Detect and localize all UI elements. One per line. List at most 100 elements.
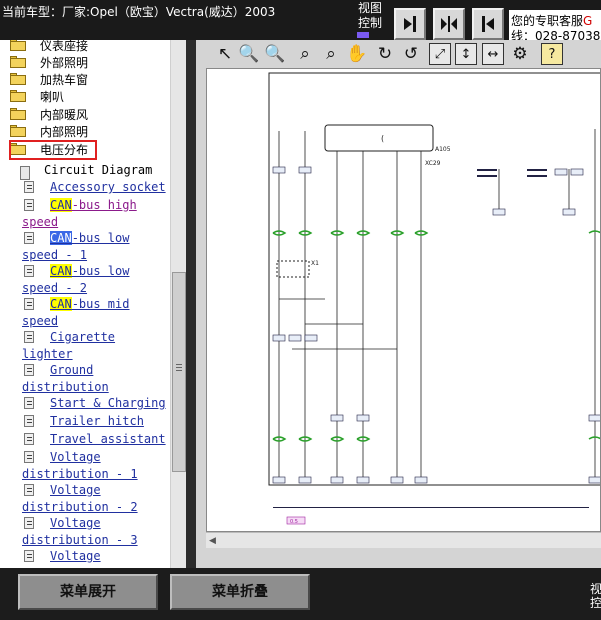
selection-highlight	[9, 140, 97, 160]
document-icon	[24, 433, 34, 445]
view-control-text: 视图控制	[357, 1, 382, 30]
service-link[interactable]: G	[583, 14, 592, 28]
item-label: Voltage distribution - 3	[22, 516, 138, 547]
tree-item[interactable]: Cigarette lighter	[22, 329, 167, 362]
tree-item[interactable]: Start & Charging	[22, 395, 167, 412]
scroll-left-icon[interactable]: ◀	[209, 536, 216, 546]
magnifier-icon[interactable]: ⌕	[294, 43, 316, 65]
tree-item[interactable]: CAN-bus low speed - 1	[22, 230, 167, 263]
settings-icon[interactable]: ⚙	[509, 43, 531, 65]
document-icon	[24, 331, 34, 343]
zoom-out-icon[interactable]: 🔍	[264, 43, 286, 65]
wiring-diagram: ( A105 XC29 X1 0.5	[268, 72, 600, 525]
folder-label: 内部暖风	[40, 108, 89, 122]
folder-label: 喇叭	[40, 90, 65, 104]
circuit-diagram-label[interactable]: Circuit Diagram	[44, 163, 152, 177]
service-text: 您的专职客服	[511, 14, 584, 28]
item-label: -bus high speed	[22, 198, 137, 229]
item-label: Ground distribution	[22, 363, 109, 394]
tree-item[interactable]: Trailer hitch	[22, 413, 167, 430]
diagram-canvas[interactable]: ( A105 XC29 X1 0.5	[206, 68, 601, 532]
document-icon	[24, 451, 34, 463]
arrow-left-icon	[482, 16, 494, 32]
sidebar-scrollbar[interactable]	[170, 40, 186, 568]
pointer-icon[interactable]: ↖	[214, 43, 236, 65]
folder-label: 内部照明	[40, 125, 89, 139]
document-icon	[24, 484, 34, 496]
split-arrows-icon	[441, 16, 457, 32]
search-highlight: CAN	[50, 198, 72, 212]
collapse-menu-button[interactable]: 菜单折叠	[170, 574, 310, 610]
folder-icon	[10, 108, 26, 120]
expand-menu-button[interactable]: 菜单展开	[18, 574, 158, 610]
car-model-title: 当前车型：厂家:Opel（欧宝）Vectra(威达）2003	[2, 5, 276, 19]
zoom-window-icon[interactable]: ⌕	[320, 43, 342, 65]
folder-icon	[10, 73, 26, 85]
folder-label: 外部照明	[40, 56, 89, 70]
document-icon	[24, 199, 34, 211]
search-highlight: CAN	[50, 297, 72, 311]
fit-height-icon[interactable]: ↕	[455, 43, 477, 65]
search-highlight: CAN	[50, 231, 72, 245]
relay-label: X1	[311, 260, 319, 267]
folder-icon	[10, 90, 26, 102]
document-icon	[24, 181, 34, 193]
search-highlight: CAN	[50, 264, 72, 278]
folder-icon	[10, 125, 26, 137]
document-icon	[24, 397, 34, 409]
tree-item[interactable]: Voltage distribution - 3	[22, 515, 167, 548]
tree-item[interactable]: Voltage distribution - 2	[22, 482, 167, 515]
header-bar: 当前车型：厂家:Opel（欧宝）Vectra(威达）2003 视图控制 您的专职…	[0, 0, 601, 40]
view-right-panel-button[interactable]	[472, 8, 504, 40]
tree-item[interactable]: Ground distribution	[22, 362, 167, 395]
document-icon	[24, 232, 34, 244]
item-label: Cigarette lighter	[22, 330, 116, 361]
service-line-2: 线：028-870382	[511, 29, 601, 40]
document-icon	[24, 415, 34, 427]
document-icon	[24, 517, 34, 529]
item-label: -bus low speed - 2	[22, 264, 130, 295]
scrollbar-thumb[interactable]	[172, 272, 186, 472]
tree-item[interactable]: Accessory socket	[22, 179, 167, 196]
bottom-bar: 菜单展开 菜单折叠 视控	[0, 568, 601, 620]
customer-service-panel: 您的专职客服G 线：028-870382	[509, 10, 601, 40]
view-control-label: 视控	[590, 582, 601, 610]
document-icon	[24, 298, 34, 310]
folder-label: 加热车窗	[40, 73, 89, 87]
connector-label: XC29	[425, 160, 441, 167]
view-left-panel-button[interactable]	[394, 8, 426, 40]
item-label: Accessory socket	[50, 180, 166, 194]
panel-splitter[interactable]	[186, 40, 196, 568]
horizontal-scrollbar[interactable]: ◀	[206, 532, 601, 548]
document-icon	[24, 364, 34, 376]
help-icon[interactable]: ?	[541, 43, 563, 65]
flag-icon	[357, 32, 369, 38]
zoom-in-icon[interactable]: 🔍	[238, 43, 260, 65]
rotate-icon[interactable]: ↻	[374, 43, 396, 65]
document-icon	[24, 265, 34, 277]
rotate-plus-icon[interactable]: ↺	[400, 43, 422, 65]
document-icon	[24, 550, 34, 562]
folder-icon	[10, 40, 26, 51]
item-label: Start & Charging	[50, 396, 166, 410]
view-split-button[interactable]	[433, 8, 465, 40]
tree-item[interactable]: CAN-bus high speed	[22, 197, 167, 230]
item-label: Voltage	[50, 549, 101, 563]
arrow-right-icon	[404, 16, 416, 32]
tree-item[interactable]: CAN-bus low speed - 2	[22, 263, 167, 296]
tree-sidebar: 仪表座接 外部照明 加热车窗 喇叭 内部暖风 内部照明 电压分布 Circuit…	[0, 40, 186, 568]
tree-item[interactable]: Voltage	[22, 548, 167, 565]
item-label: Voltage distribution - 2	[22, 483, 138, 514]
pan-hand-icon[interactable]: ✋	[346, 43, 368, 65]
item-label: Voltage distribution - 1	[22, 450, 138, 481]
document-icon	[20, 166, 30, 180]
tree-item[interactable]: Travel assistant	[22, 431, 167, 448]
tree-item[interactable]: Voltage distribution - 1	[22, 449, 167, 482]
tree-item[interactable]: CAN-bus mid speed	[22, 296, 167, 329]
item-label: -bus low speed - 1	[22, 231, 130, 262]
fit-width-icon[interactable]: ↔	[482, 43, 504, 65]
svg-text:(: (	[381, 134, 384, 143]
folder-icon	[10, 56, 26, 68]
fit-page-icon[interactable]: ⤢	[429, 43, 451, 65]
view-control-label: 视图控制	[355, 1, 385, 38]
